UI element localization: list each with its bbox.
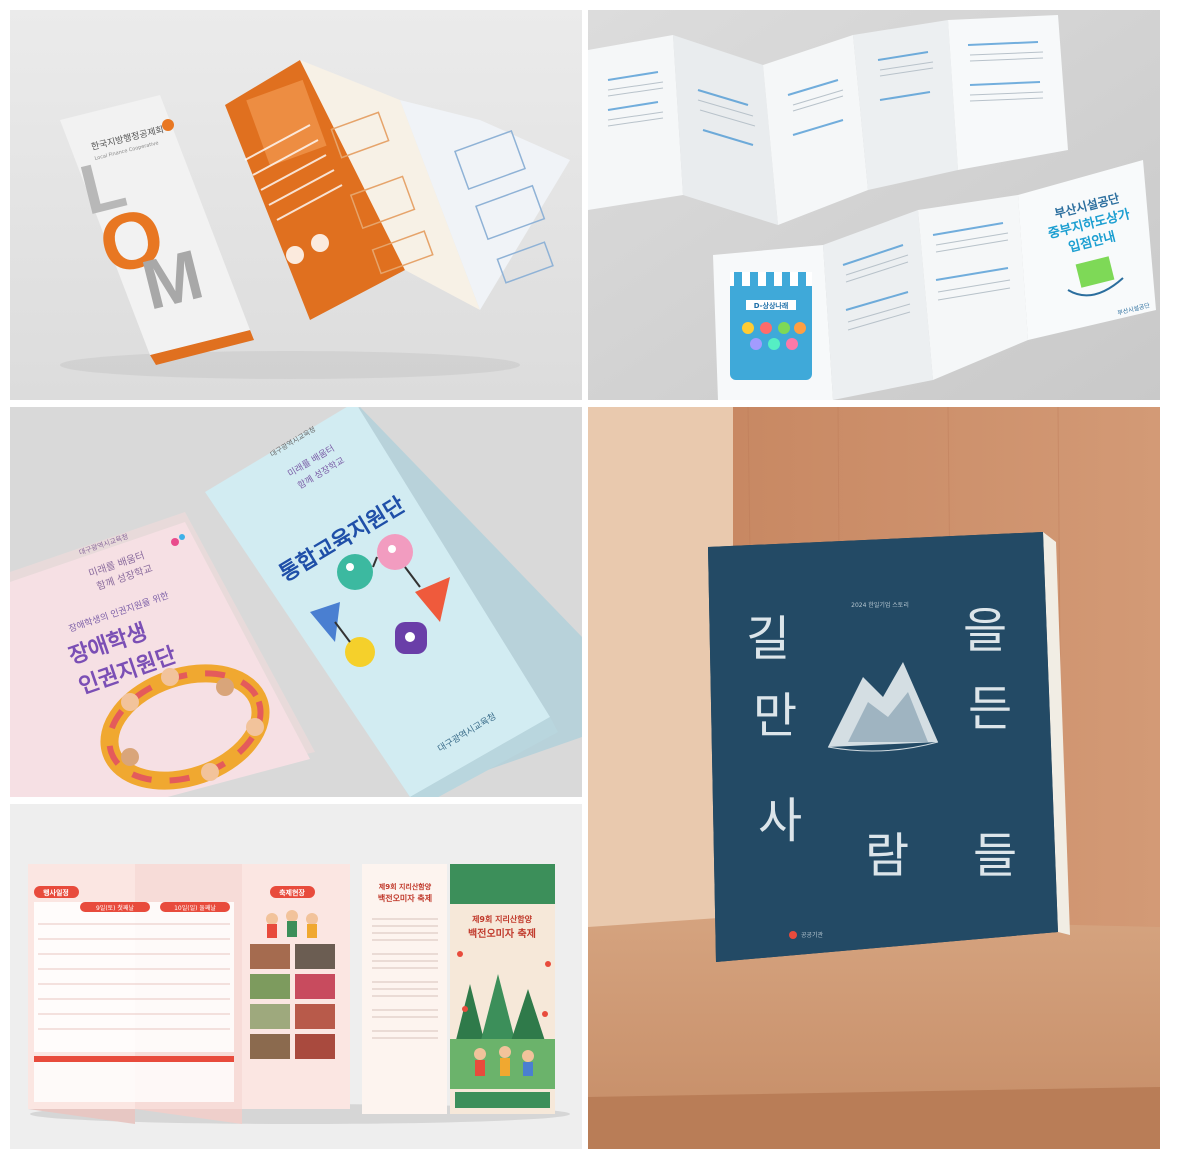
book-title-char-7: 들 [973,828,1017,884]
logo-icon [162,119,174,131]
book-photo-navy: 길 을 만 든 사 람 들 2024 한일기업 스토리 공공기관 [588,407,1160,1149]
leaflet-side-title-line1: 제9회 지리산함양 [379,882,432,891]
people-illustration [266,910,318,938]
shop-label: D-상상나래 [754,301,789,310]
festival-photo-pink: 행사일정 축제현장 9일(토) 첫째날 10일(일) 둘째날 제9회 지리산함양… [10,804,582,1149]
program-header: 행사일정 [43,888,69,897]
photo-header: 축제현장 [279,888,305,897]
publisher-logo-icon [789,931,797,939]
brochure-photo-orange: L O M 한국지방행정공제회 Local Finance Cooperativ… [10,10,582,400]
book-title-char-6: 람 [865,828,909,884]
book-title-char-1: 길 [746,611,790,667]
leaflet-photo-blue: D-상상나래 부산시설공단 중부지하도상가 입점안내 부산시설공단 [588,10,1160,400]
book-title-char-3: 만 [753,688,797,744]
leaflet-side-title-line2: 백전오미자 축제 [378,893,432,903]
book-publisher: 공공기관 [801,931,824,939]
book-title-char-4: 든 [968,681,1012,737]
book-title-char-2: 을 [963,603,1007,659]
day2-label: 10일(일) 둘째날 [174,904,216,912]
book-subtitle: 2024 한일기업 스토리 [851,601,909,609]
book-title-char-5: 사 [758,793,802,849]
cover-title-line2: 백전오미자 축제 [468,927,536,940]
day1-label: 9일(토) 첫째날 [96,904,134,912]
trifold-photo-pink-blue: 대구광역시교육청 미래를 배움터 함께 성장학교 장애학생의 인권지원을 위한 … [10,407,582,797]
cover-title-line1: 제9회 지리산함양 [472,914,533,924]
